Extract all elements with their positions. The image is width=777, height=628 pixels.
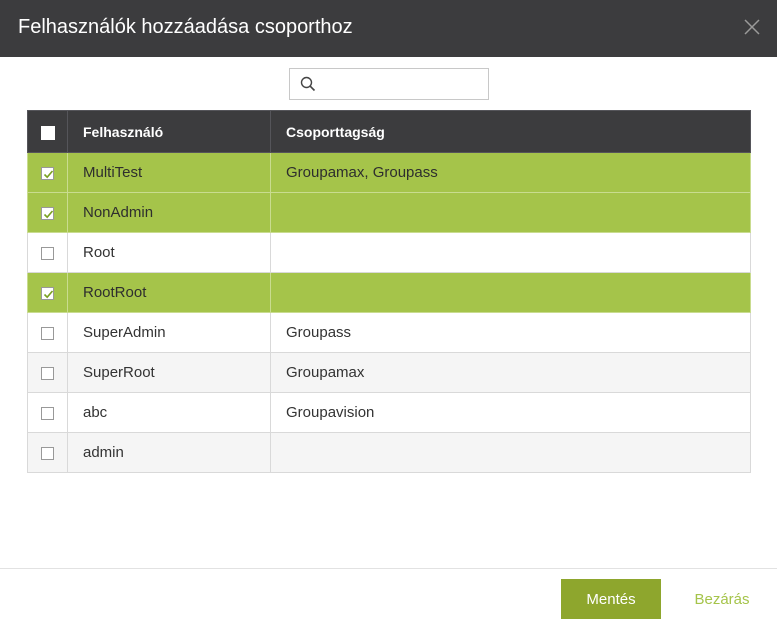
row-checkbox[interactable] (41, 246, 54, 260)
membership-cell (270, 232, 751, 273)
row-checkbox-cell (27, 272, 68, 313)
row-checkbox-cell (27, 432, 68, 473)
row-checkbox[interactable] (41, 366, 54, 380)
row-checkbox-cell (27, 152, 68, 193)
row-checkbox[interactable] (41, 446, 54, 460)
user-name-cell: admin (67, 432, 271, 473)
user-name-cell: SuperRoot (67, 352, 271, 393)
membership-cell: Groupamax (270, 352, 751, 393)
save-button[interactable]: Mentés (561, 579, 661, 619)
footer-divider (0, 568, 777, 569)
user-name-cell: abc (67, 392, 271, 433)
row-checkbox[interactable] (41, 406, 54, 420)
select-all-checkbox[interactable] (40, 125, 55, 140)
membership-cell (270, 272, 751, 313)
user-name-cell: Root (67, 232, 271, 273)
row-checkbox-cell (27, 232, 68, 273)
table-header-row: Felhasználó Csoporttagság (27, 110, 751, 153)
membership-cell: Groupass (270, 312, 751, 353)
close-icon[interactable] (740, 15, 764, 39)
membership-cell (270, 192, 751, 233)
table-row[interactable]: RootRoot (27, 272, 751, 313)
dialog-header: Felhasználók hozzáadása csoporthoz (0, 0, 777, 57)
table-row[interactable]: SuperAdmin Groupass (27, 312, 751, 353)
select-all-cell (27, 110, 68, 153)
dialog-title: Felhasználók hozzáadása csoporthoz (18, 16, 353, 38)
search-box[interactable] (289, 68, 489, 100)
row-checkbox-cell (27, 312, 68, 353)
table-row[interactable]: abc Groupavision (27, 392, 751, 433)
user-name-cell: SuperAdmin (67, 312, 271, 353)
column-header-membership[interactable]: Csoporttagság (270, 110, 751, 153)
row-checkbox[interactable] (41, 166, 54, 180)
search-input[interactable] (322, 71, 486, 97)
table-row[interactable]: Root (27, 232, 751, 273)
users-table: Felhasználó Csoporttagság MultiTest Group… (27, 110, 751, 473)
user-name-cell: RootRoot (67, 272, 271, 313)
membership-cell: Groupamax, Groupass (270, 152, 751, 193)
table-row[interactable]: NonAdmin (27, 192, 751, 233)
row-checkbox[interactable] (41, 326, 54, 340)
user-name-cell: MultiTest (67, 152, 271, 193)
membership-cell (270, 432, 751, 473)
column-header-user[interactable]: Felhasználó (67, 110, 271, 153)
table-row[interactable]: MultiTest Groupamax, Groupass (27, 152, 751, 193)
row-checkbox-cell (27, 192, 68, 233)
close-button[interactable]: Bezárás (686, 579, 758, 619)
row-checkbox-cell (27, 352, 68, 393)
table-row[interactable]: admin (27, 432, 751, 473)
row-checkbox[interactable] (41, 286, 54, 300)
row-checkbox[interactable] (41, 206, 54, 220)
user-name-cell: NonAdmin (67, 192, 271, 233)
search-icon (300, 76, 316, 92)
table-row[interactable]: SuperRoot Groupamax (27, 352, 751, 393)
row-checkbox-cell (27, 392, 68, 433)
membership-cell: Groupavision (270, 392, 751, 433)
